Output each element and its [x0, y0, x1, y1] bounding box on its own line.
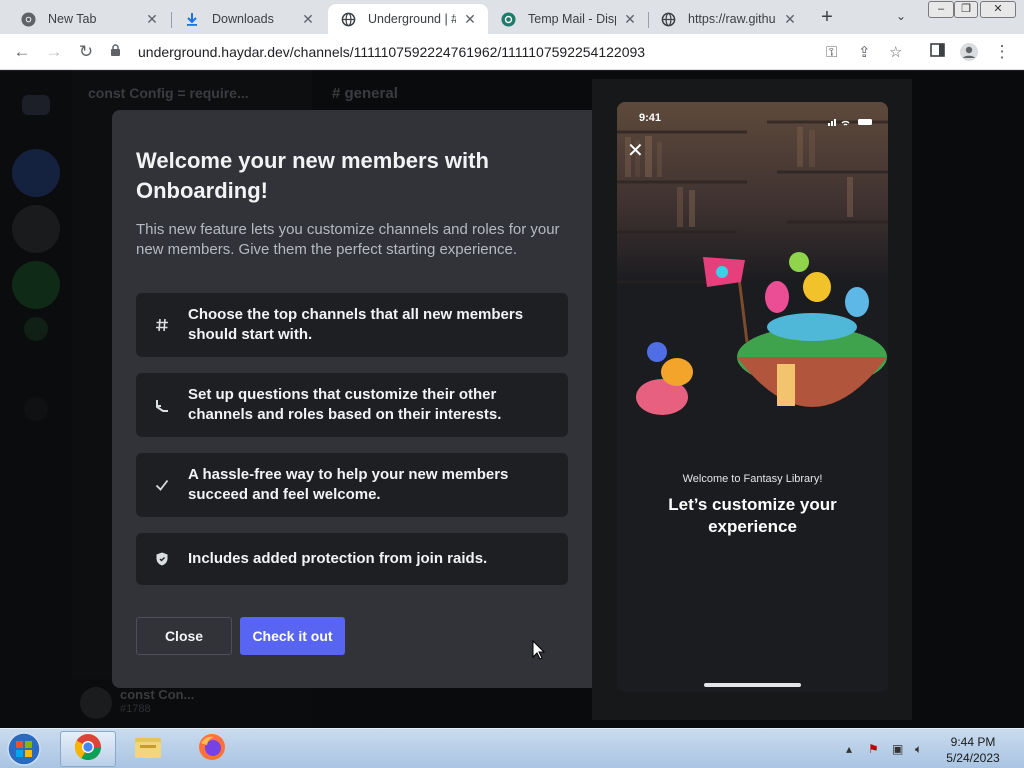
- reload-icon[interactable]: ↻: [76, 42, 96, 62]
- tab-new-tab[interactable]: New Tab ✕: [8, 4, 170, 34]
- browser-toolbar: ← → ↻ underground.haydar.dev/channels/11…: [0, 34, 1024, 70]
- chevron-down-icon[interactable]: ⌄: [896, 9, 906, 23]
- feature-text: Set up questions that customize their ot…: [188, 386, 502, 423]
- feature-text: Includes added protection from join raid…: [188, 550, 488, 567]
- hash-icon: [136, 318, 188, 332]
- network-icon[interactable]: ▣: [892, 742, 903, 756]
- tab-temp-mail[interactable]: Temp Mail - Dispo ✕: [488, 4, 648, 34]
- download-icon: [184, 11, 200, 27]
- more-menu-icon[interactable]: ⋮: [992, 42, 1012, 62]
- add-server-icon[interactable]: [12, 261, 60, 309]
- mouse-cursor: [532, 639, 546, 665]
- temp-mail-icon: [500, 11, 516, 27]
- feature-item: A hassle-free way to help your new membe…: [136, 453, 568, 517]
- forward-icon[interactable]: →: [44, 42, 64, 62]
- close-icon: ✕: [627, 140, 644, 162]
- tab-raw-github[interactable]: https://raw.github ✕: [648, 4, 808, 34]
- side-panel-icon[interactable]: [927, 42, 947, 62]
- download-apps-icon[interactable]: [24, 397, 48, 421]
- onboarding-modal: Welcome your new members with Onboarding…: [112, 110, 592, 688]
- chrome-icon: [74, 733, 102, 766]
- bookmark-star-icon[interactable]: ☆: [889, 43, 902, 61]
- explore-icon[interactable]: [24, 317, 48, 341]
- window-close-button[interactable]: ✕: [980, 1, 1016, 18]
- server-icon[interactable]: [12, 205, 60, 253]
- maximize-button[interactable]: ❐: [954, 1, 978, 18]
- clock-date: 5/24/2023: [946, 751, 1000, 765]
- close-tab-icon[interactable]: ✕: [622, 11, 638, 28]
- server-rail: [0, 71, 72, 728]
- back-icon[interactable]: ←: [12, 42, 32, 62]
- chrome-icon: [20, 11, 36, 27]
- modal-title: Welcome your new members with Onboarding…: [136, 148, 489, 203]
- taskbar-chrome[interactable]: [60, 731, 116, 767]
- tab-downloads[interactable]: Downloads ✕: [172, 4, 326, 34]
- address-bar[interactable]: underground.haydar.dev/channels/11111075…: [110, 38, 910, 66]
- windows-taskbar: ▴ ⚑ ▣ 🔈︎ 9:44 PM 5/24/2023: [0, 728, 1024, 768]
- url-text: underground.haydar.dev/channels/11111075…: [138, 44, 646, 60]
- volume-icon[interactable]: 🔈︎: [915, 742, 922, 757]
- feature-item: Choose the top channels that all new mem…: [136, 293, 568, 357]
- close-tab-icon[interactable]: ✕: [144, 11, 160, 28]
- home-indicator: [704, 683, 801, 687]
- close-tab-icon[interactable]: ✕: [462, 11, 478, 28]
- discord-logo-icon[interactable]: [22, 95, 50, 115]
- new-tab-button[interactable]: +: [816, 5, 838, 29]
- globe-icon: [660, 11, 676, 27]
- feature-item: Includes added protection from join raid…: [136, 533, 568, 585]
- phone-preview: 9:41 ✕ Welcome to Fantasy Library! Let’s…: [617, 102, 888, 692]
- channel-name: general: [344, 85, 398, 102]
- taskbar-clock[interactable]: 9:44 PM 5/24/2023: [938, 734, 1008, 766]
- phone-headline: Let’s customize your experience: [668, 495, 837, 536]
- server-name[interactable]: const Config = require...: [88, 85, 249, 101]
- tab-title: https://raw.github: [688, 12, 776, 26]
- phone-time: 9:41: [639, 112, 662, 124]
- lock-icon: [110, 44, 124, 60]
- profile-icon[interactable]: [959, 42, 979, 67]
- shield-icon: [136, 552, 188, 566]
- tab-title: Underground | #g: [368, 12, 456, 26]
- folder-icon: [133, 734, 163, 765]
- tab-title: New Tab: [48, 12, 97, 26]
- check-it-out-button[interactable]: Check it out: [240, 617, 345, 655]
- channel-title: # general: [332, 85, 398, 102]
- avatar[interactable]: [80, 687, 112, 719]
- phone-welcome-line: Welcome to Fantasy Library!: [682, 473, 823, 485]
- tab-underground[interactable]: Underground | #g ✕: [328, 4, 488, 34]
- taskbar-explorer[interactable]: [120, 731, 176, 767]
- phone-status-icons: [828, 114, 876, 126]
- minimize-button[interactable]: –: [928, 1, 954, 18]
- questions-icon: [136, 398, 188, 412]
- close-button[interactable]: Close: [136, 617, 232, 655]
- show-hidden-icons[interactable]: ▴: [846, 742, 852, 756]
- modal-description: This new feature lets you customize chan…: [136, 221, 560, 258]
- tab-title: Temp Mail - Dispo: [528, 12, 616, 26]
- feature-item: Set up questions that customize their ot…: [136, 373, 568, 437]
- checkmark-icon: [136, 479, 188, 491]
- close-tab-icon[interactable]: ✕: [782, 11, 798, 28]
- firefox-icon: [198, 733, 226, 766]
- feature-text: Choose the top channels that all new mem…: [188, 306, 524, 343]
- user-name: const Con...: [120, 687, 195, 702]
- globe-icon: [340, 11, 356, 27]
- start-button[interactable]: [4, 731, 44, 767]
- clock-time: 9:44 PM: [950, 735, 996, 749]
- taskbar-firefox[interactable]: [184, 731, 240, 767]
- library-illustration: [617, 102, 888, 692]
- feature-text: A hassle-free way to help your new membe…: [188, 466, 509, 503]
- tab-bar: New Tab ✕ Downloads ✕ Underground | #g ✕…: [0, 0, 1024, 34]
- close-tab-icon[interactable]: ✕: [300, 11, 316, 28]
- action-center-icon[interactable]: ⚑: [868, 742, 879, 756]
- share-icon[interactable]: ⇪: [858, 43, 871, 61]
- server-icon[interactable]: [12, 149, 60, 197]
- tab-title: Downloads: [212, 12, 274, 26]
- key-icon[interactable]: ⚿: [826, 44, 837, 61]
- user-tag: #1788: [120, 703, 151, 715]
